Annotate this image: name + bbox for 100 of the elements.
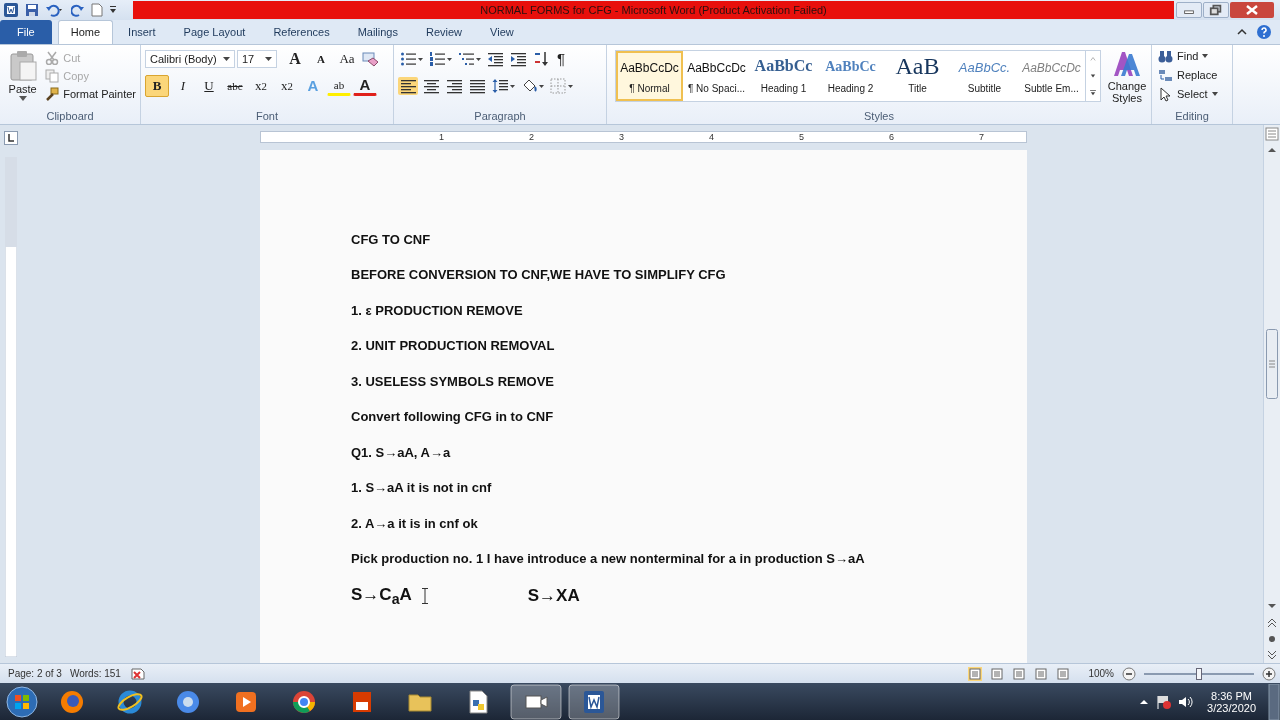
tab-selector-icon[interactable]	[4, 130, 18, 145]
slider-thumb[interactable]	[1196, 667, 1202, 680]
dropdown-caret-icon	[223, 56, 230, 61]
numbering-button[interactable]	[427, 49, 453, 68]
grow-font-button[interactable]: A	[283, 47, 307, 70]
ruler-number: 3	[619, 132, 624, 143]
highlight-button[interactable]: ab	[327, 75, 351, 96]
document-text: Q1. S→aA, A→a	[351, 444, 452, 461]
ribbon-tab[interactable]: Insert	[115, 19, 169, 44]
style-tile[interactable]: AaBbCc Heading 1	[750, 50, 817, 101]
vertical-scrollbar[interactable]	[1263, 124, 1280, 663]
document-text: Pick production no. 1 I have introduce a new nonterminal for a in production S→aA	[351, 551, 866, 568]
document-text: 1. ε PRODUCTION REMOVE	[351, 302, 524, 319]
group-label: Paragraph	[474, 110, 526, 123]
new-document-icon[interactable]	[91, 2, 103, 17]
help-icon[interactable]	[1256, 23, 1272, 40]
paintbrush-icon	[45, 86, 60, 101]
video-camera-taskbar-button[interactable]	[510, 683, 562, 720]
window-title: NORMAL FORMS for CFG - Microsoft Word (Product Activation Failed)	[480, 3, 827, 16]
cursor-arrow-icon	[1158, 86, 1173, 102]
document-text: 2. A→a it is in cnf ok	[351, 515, 479, 532]
save-icon[interactable]	[25, 2, 39, 17]
eraser-icon[interactable]	[361, 50, 379, 67]
document-text: S→XA	[527, 585, 581, 606]
ribbon-tab[interactable]: Home	[57, 19, 114, 44]
group-label: Font	[256, 110, 278, 123]
font-name-field[interactable]: Calibri (Body)	[145, 49, 235, 68]
copy-icon	[45, 68, 60, 83]
change-styles-button[interactable]: Change Styles	[1105, 49, 1149, 107]
flag-icon[interactable]	[1155, 693, 1172, 710]
editing-button[interactable]: Find	[1158, 48, 1226, 64]
document-text: 1. S→aA it is not in cnf	[351, 480, 493, 497]
editing-button[interactable]: Replace	[1158, 67, 1226, 83]
ruler-number: 2	[529, 132, 534, 143]
clipboard-command: Cut	[45, 50, 136, 65]
ribbon-tab[interactable]: Page Layout	[170, 19, 259, 44]
binoculars-icon	[1158, 48, 1173, 64]
show-marks-button[interactable]: ¶	[554, 50, 569, 68]
ruler-number: 7	[979, 132, 984, 143]
document-text: S→C$_{a}$A	[351, 584, 412, 608]
ribbon-tab[interactable]: View	[477, 19, 527, 44]
underline-button[interactable]: U	[197, 74, 221, 97]
caret-icon	[18, 95, 27, 101]
ruler-toggle-icon[interactable]	[1265, 126, 1279, 141]
clipboard-command: Copy	[45, 68, 136, 83]
document-text: BEFORE CONVERSION TO CNF,WE HAVE TO SIMPLIFY CFG	[351, 267, 727, 284]
app-logo-icon[interactable]	[3, 1, 19, 18]
style-tile[interactable]: AaBbCc. Subtitle	[951, 50, 1018, 101]
change-case-button[interactable]: Aa	[335, 47, 359, 70]
text-cursor-icon	[421, 587, 428, 604]
undo-icon[interactable]	[45, 2, 65, 17]
restore-icon[interactable]	[1203, 1, 1229, 18]
close-icon[interactable]	[1230, 1, 1274, 18]
style-tile[interactable]: AaBbCcDc ¶ No Spaci...	[683, 50, 750, 101]
ruler-number: 6	[889, 132, 894, 143]
zoom-in-icon[interactable]	[1262, 666, 1276, 681]
group-label: Editing	[1175, 110, 1209, 123]
style-tile[interactable]: AaB Title	[884, 50, 951, 101]
group-label: Clipboard	[46, 110, 94, 123]
letters-a-icon	[1112, 49, 1142, 78]
clipboard-icon	[7, 49, 38, 82]
clock[interactable]: 8:36 PM 3/23/2020	[1201, 689, 1262, 714]
editing-button[interactable]: Select	[1158, 86, 1226, 102]
font-size-field[interactable]: 17	[237, 49, 277, 68]
style-tile[interactable]: AaBbCc Heading 2	[817, 50, 884, 101]
page-count[interactable]: Page: 2 of 3	[8, 668, 62, 680]
style-tile[interactable]: AaBbCcDc ¶ Normal	[616, 50, 683, 101]
view-button[interactable]	[968, 666, 983, 681]
italic-button[interactable]: I	[171, 74, 195, 97]
style-tile[interactable]: AaBbCcDc Subtle Em...	[1018, 50, 1085, 101]
ribbon-tab[interactable]: Mailings	[344, 19, 411, 44]
ruler-number: 1	[439, 132, 444, 143]
ruler-number: 5	[799, 132, 804, 143]
ribbon-tab[interactable]: Review	[413, 19, 476, 44]
word-document-taskbar-button[interactable]	[568, 683, 620, 720]
zoom-level[interactable]: 100%	[1088, 668, 1114, 680]
redo-icon[interactable]	[71, 2, 85, 17]
word-count[interactable]: Words: 151	[69, 668, 121, 680]
document-text: Convert following CFG in to CNF	[351, 409, 555, 426]
clipboard-command[interactable]: Format Painter	[45, 86, 136, 101]
caret-icon	[1211, 92, 1218, 97]
shrink-font-button[interactable]: A	[309, 47, 333, 70]
align-left-button[interactable]	[398, 76, 418, 95]
scroll-thumb[interactable]	[1266, 328, 1278, 399]
ruler-number: 4	[709, 132, 714, 143]
strikethrough-button[interactable]: abc	[223, 74, 247, 97]
zoom-out-icon[interactable]	[1122, 666, 1136, 681]
ribbon-tab[interactable]: References	[260, 19, 343, 44]
minimize-icon[interactable]	[1176, 1, 1202, 18]
file-tab[interactable]: File	[0, 19, 52, 44]
proofing-icon[interactable]	[128, 666, 147, 681]
group-label: Styles	[864, 110, 894, 123]
caret-icon	[1202, 54, 1209, 59]
font-color-button[interactable]: A	[353, 75, 377, 96]
paste-button[interactable]: Paste	[4, 47, 42, 109]
document-text: 3. USELESS SYMBOLS REMOVE	[351, 373, 555, 390]
bold-button[interactable]: B	[145, 74, 169, 97]
replace-icon	[1158, 67, 1173, 83]
dropdown-caret-icon	[265, 56, 272, 61]
start-button[interactable]	[4, 683, 40, 720]
